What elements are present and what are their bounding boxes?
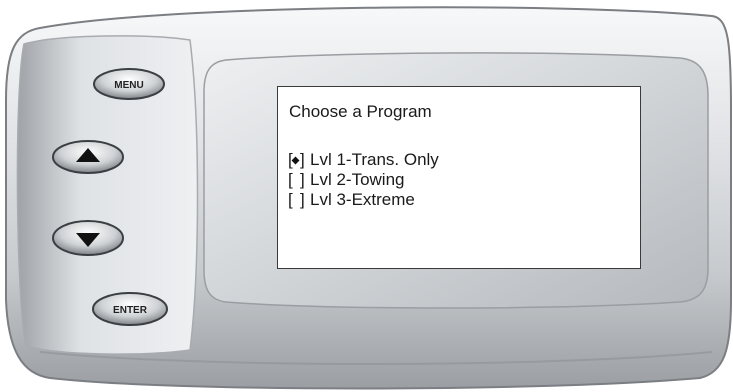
program-option-label: Lvl 1-Trans. Only [310, 150, 439, 169]
lcd-screen: Choose a Program [] Lvl 1-Trans. Only []… [277, 86, 641, 269]
program-option-label: Lvl 2-Towing [310, 170, 405, 189]
enter-button-label: ENTER [113, 305, 148, 316]
menu-button-label: MENU [114, 80, 143, 91]
program-option-label: Lvl 3-Extreme [310, 190, 415, 209]
menu-button[interactable]: MENU [91, 66, 167, 102]
screen-title: Choose a Program [289, 102, 432, 121]
program-option-3[interactable]: [] Lvl 3-Extreme [288, 190, 439, 210]
program-options: [] Lvl 1-Trans. Only [] Lvl 2-Towing [] … [288, 150, 439, 210]
program-option-1[interactable]: [] Lvl 1-Trans. Only [288, 150, 439, 170]
enter-button[interactable]: ENTER [90, 290, 170, 328]
program-option-2[interactable]: [] Lvl 2-Towing [288, 170, 439, 190]
up-button[interactable] [50, 138, 126, 176]
programmer-device: MENU ENTER Choose a Program [] Lvl 1-Tra… [0, 0, 733, 392]
down-button[interactable] [50, 218, 126, 258]
